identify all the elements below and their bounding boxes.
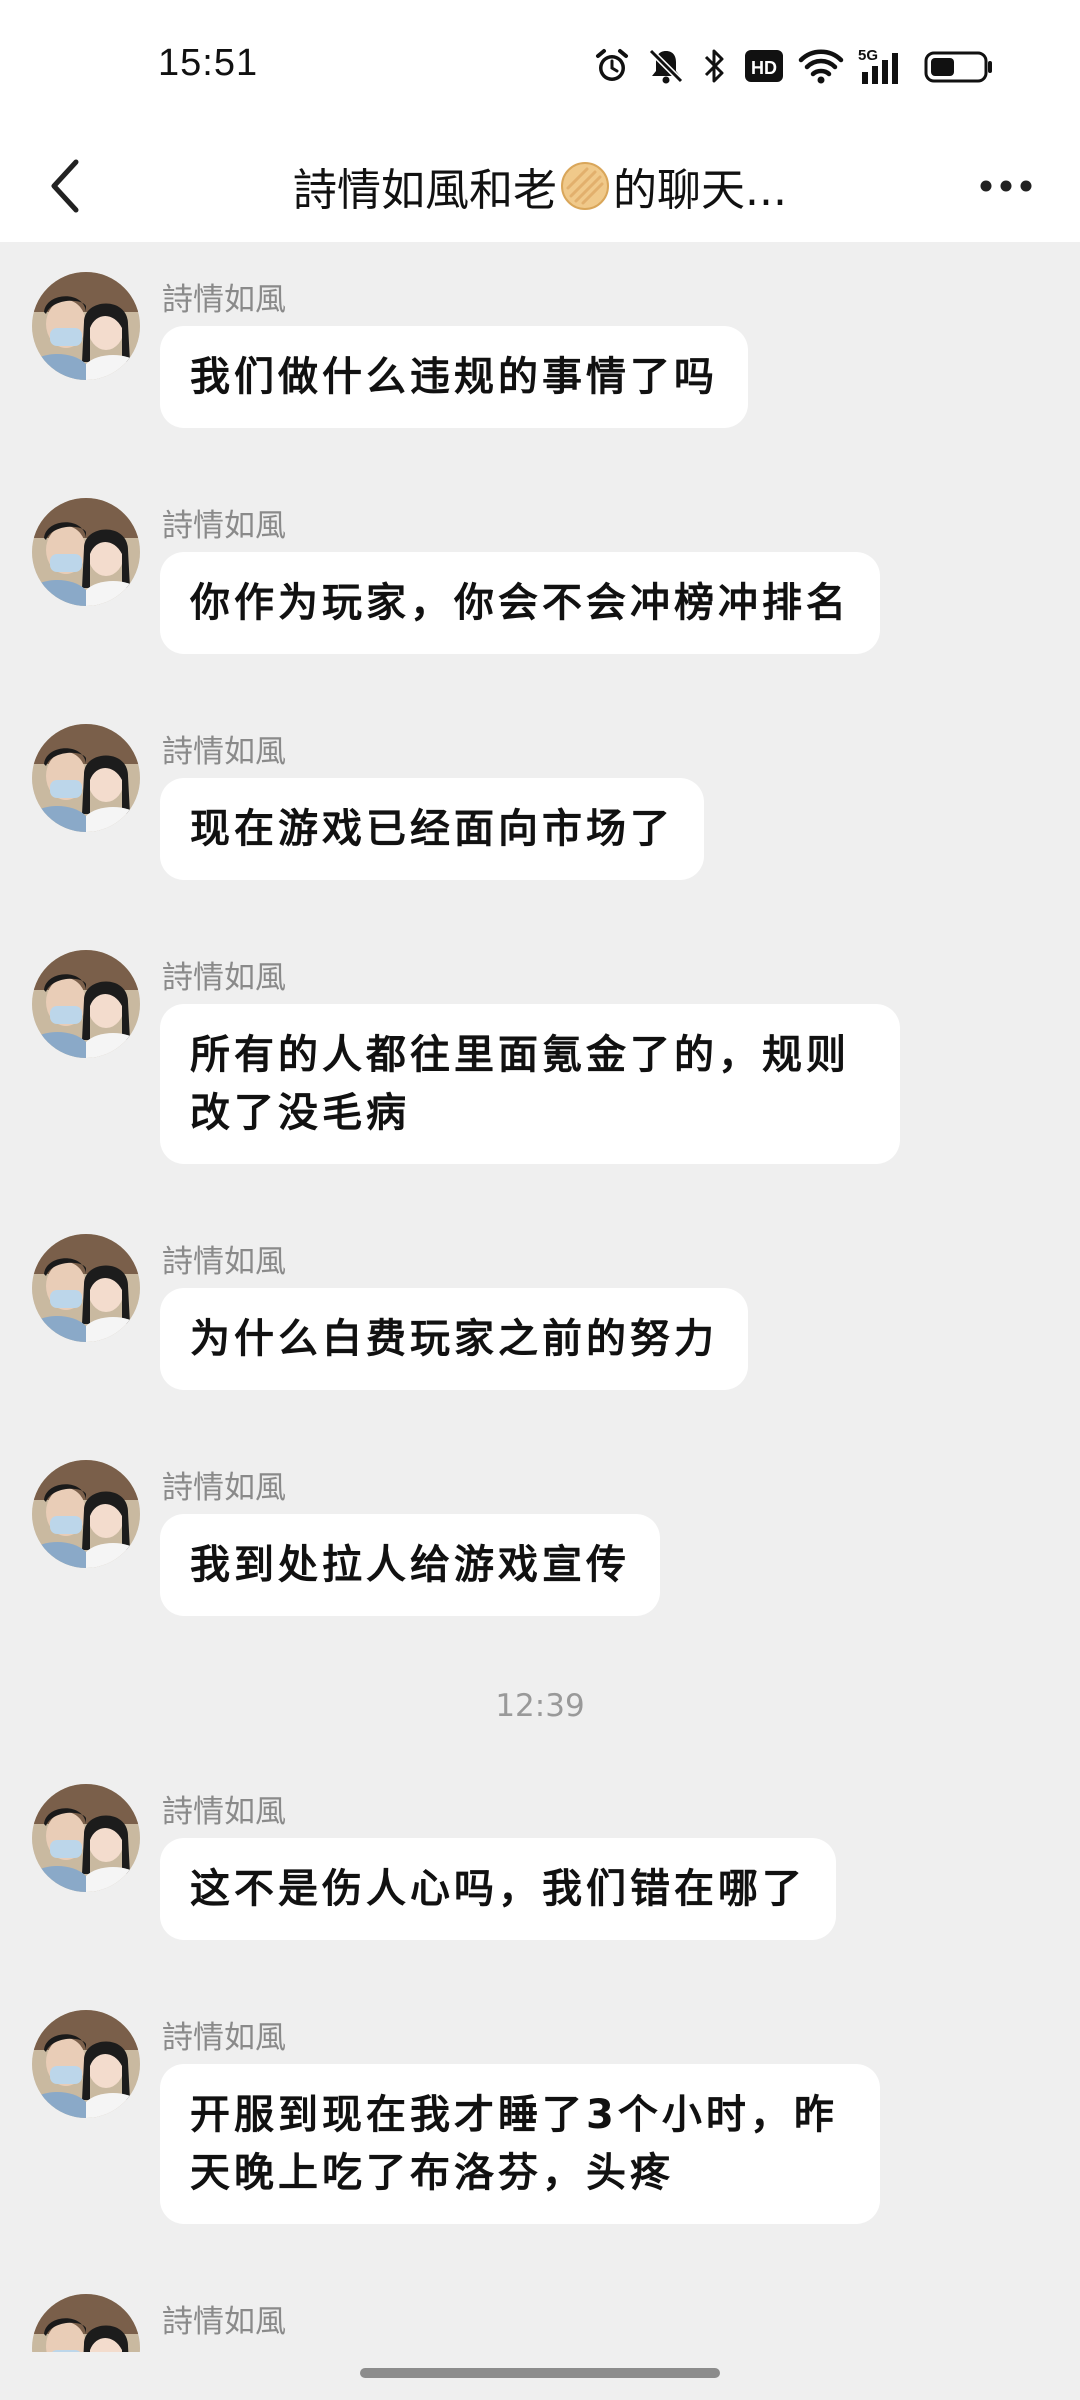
chat-title: 詩情如風和老 的聊天... bbox=[170, 130, 910, 242]
title-text-start: 詩情如風和老 bbox=[293, 165, 558, 216]
sender-name: 詩情如風 bbox=[162, 1794, 286, 1830]
avatar[interactable] bbox=[32, 2010, 140, 2118]
message-bubble[interactable]: 所有的人都往里面氪金了的，规则改了没毛病 bbox=[160, 1004, 900, 1164]
more-options-button[interactable] bbox=[968, 156, 1044, 216]
sender-name: 詩情如風 bbox=[162, 1470, 286, 1506]
5g-signal-icon: 5G bbox=[858, 46, 910, 86]
title-text-end: 的聊天... bbox=[613, 165, 787, 216]
avatar[interactable] bbox=[32, 1784, 140, 1892]
avatar[interactable] bbox=[32, 950, 140, 1058]
sender-name: 詩情如風 bbox=[162, 1244, 286, 1280]
chat-screen: 15:51 HD 5G 詩情如風和老 的聊天... 詩情如風 我们做什么违规的事… bbox=[0, 0, 1080, 2400]
avatar-photo bbox=[32, 950, 140, 1058]
avatar[interactable] bbox=[32, 1234, 140, 1342]
sender-name: 詩情如風 bbox=[162, 2020, 286, 2056]
avatar-photo bbox=[32, 724, 140, 832]
wifi-icon bbox=[798, 46, 844, 86]
message-bubble[interactable]: 现在游戏已经面向市场了 bbox=[160, 778, 704, 880]
sender-name: 詩情如風 bbox=[162, 734, 286, 770]
message-bubble[interactable]: 我们做什么违规的事情了吗 bbox=[160, 326, 748, 428]
avatar-photo bbox=[32, 1234, 140, 1342]
network-label: 5G bbox=[858, 47, 878, 64]
avatar[interactable] bbox=[32, 724, 140, 832]
avatar-photo bbox=[32, 272, 140, 380]
mute-icon bbox=[646, 46, 686, 86]
battery-icon bbox=[924, 48, 994, 84]
more-dots-icon bbox=[980, 180, 1032, 192]
status-icons: HD 5G bbox=[592, 44, 994, 88]
avatar-photo bbox=[32, 1460, 140, 1568]
message-bubble[interactable]: 你作为玩家，你会不会冲榜冲排名 bbox=[160, 552, 880, 654]
alarm-icon bbox=[592, 46, 632, 86]
sender-name: 詩情如風 bbox=[162, 2304, 286, 2340]
status-bar: 15:51 HD 5G bbox=[0, 0, 1080, 130]
avatar[interactable] bbox=[32, 272, 140, 380]
hd-icon: HD bbox=[744, 48, 784, 84]
avatar[interactable] bbox=[32, 1460, 140, 1568]
home-gesture-bar[interactable] bbox=[360, 2368, 720, 2378]
message-bubble[interactable]: 我到处拉人给游戏宣传 bbox=[160, 1514, 660, 1616]
chat-header: 詩情如風和老 的聊天... bbox=[0, 130, 1080, 242]
message-list[interactable]: 詩情如風 我们做什么违规的事情了吗 詩情如風 你作为玩家，你会不会冲榜冲排名 詩… bbox=[0, 242, 1080, 2352]
back-button[interactable] bbox=[28, 148, 104, 224]
sender-name: 詩情如風 bbox=[162, 282, 286, 318]
cookie-emoji-icon bbox=[561, 162, 610, 210]
time-separator: 12:39 bbox=[495, 1688, 585, 1724]
avatar-photo bbox=[32, 1784, 140, 1892]
avatar[interactable] bbox=[32, 498, 140, 606]
avatar-photo bbox=[32, 498, 140, 606]
message-bubble[interactable]: 这不是伤人心吗，我们错在哪了 bbox=[160, 1838, 836, 1940]
hd-label: HD bbox=[751, 58, 777, 78]
status-time: 15:51 bbox=[158, 42, 259, 84]
chevron-left-icon bbox=[51, 159, 79, 213]
avatar-photo bbox=[32, 2294, 140, 2352]
message-bubble[interactable]: 为什么白费玩家之前的努力 bbox=[160, 1288, 748, 1390]
sender-name: 詩情如風 bbox=[162, 960, 286, 996]
bluetooth-icon bbox=[700, 46, 730, 86]
sender-name: 詩情如風 bbox=[162, 508, 286, 544]
avatar[interactable] bbox=[32, 2294, 140, 2352]
message-bubble[interactable]: 开服到现在我才睡了3个小时，昨天晚上吃了布洛芬，头疼 bbox=[160, 2064, 880, 2224]
avatar-photo bbox=[32, 2010, 140, 2118]
